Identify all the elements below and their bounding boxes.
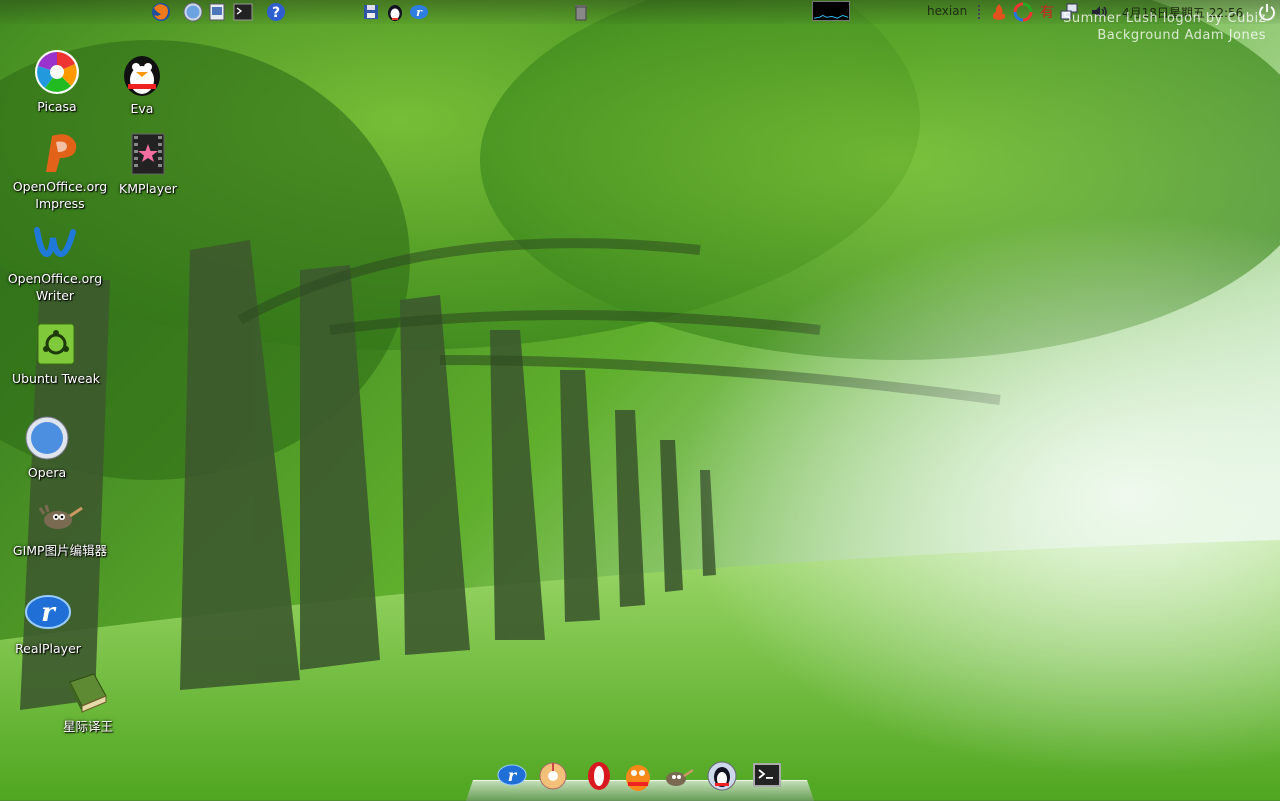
safari-compass-icon: [25, 416, 69, 460]
trash-icon[interactable]: [570, 1, 592, 23]
wallpaper-credit: Summer Lush logon by Cubiz Background Ad…: [1063, 10, 1266, 44]
terminal-icon[interactable]: [232, 1, 254, 23]
desktop-wallpaper: [0, 0, 1280, 800]
desktop-icon-label: Ubuntu Tweak: [11, 371, 101, 386]
desktop-icon-label: KMPlayer: [119, 181, 177, 196]
penguin-icon[interactable]: [384, 1, 406, 23]
picasa-icon: [35, 50, 79, 94]
desktop-icon-label: Opera: [27, 465, 67, 480]
dock-opera-icon[interactable]: [583, 760, 615, 792]
desktop-icon-ubuntu-tweak[interactable]: Ubuntu Tweak: [1, 320, 111, 387]
dock-gimp-icon[interactable]: [662, 760, 694, 792]
kmplayer-icon: [131, 133, 165, 175]
impress-icon: [46, 134, 77, 172]
color-wheel-icon[interactable]: [1012, 1, 1034, 23]
svg-text:?: ?: [272, 5, 280, 21]
gimp-icon: [38, 504, 83, 529]
desktop-icon-label: 星际译王: [62, 719, 113, 734]
firefox-icon[interactable]: [150, 1, 172, 23]
dock-penguin-icon[interactable]: [706, 760, 738, 792]
realplayer-icon[interactable]: r: [408, 1, 430, 23]
user-name-label[interactable]: hexian: [927, 4, 967, 18]
svg-text:有: 有: [1040, 5, 1054, 21]
desktop-icon-writer[interactable]: OpenOffice.org Writer: [0, 220, 110, 304]
input-method-icon[interactable]: 有: [1036, 1, 1058, 23]
realplayer-icon: r: [25, 595, 71, 629]
desktop-icon-eva[interactable]: Eva: [87, 50, 197, 117]
dock-media-player-icon[interactable]: [537, 760, 569, 792]
ubuntu-tweak-icon: [37, 323, 75, 365]
desktop-icon-label: Eva: [130, 101, 154, 116]
help-icon[interactable]: ?: [265, 1, 287, 23]
grip-icon: [975, 1, 985, 23]
file-browser-icon[interactable]: [206, 1, 228, 23]
desktop-icon-gimp[interactable]: GIMP图片编辑器: [5, 492, 115, 559]
desktop-icon-stardict[interactable]: 星际译王: [33, 668, 143, 735]
desktop-icon-label: GIMP图片编辑器: [12, 543, 108, 558]
dictionary-book-icon: [69, 673, 107, 713]
system-monitor-graph[interactable]: [812, 1, 850, 21]
save-disk-icon[interactable]: [360, 1, 382, 23]
desktop-icon-label: RealPlayer: [15, 641, 81, 656]
svg-text:r: r: [41, 598, 57, 628]
desktop-icon-realplayer[interactable]: r RealPlayer: [0, 590, 103, 657]
wallpaper-credit-line2: Background Adam Jones: [1097, 28, 1266, 43]
dock-terminal-icon[interactable]: [751, 760, 783, 792]
safari-compass-icon[interactable]: [182, 1, 204, 23]
fire-icon[interactable]: [988, 1, 1010, 23]
qq-penguin-icon: [124, 56, 160, 96]
wallpaper-credit-line1: Summer Lush logon by Cubiz: [1063, 11, 1266, 26]
writer-icon: [34, 227, 76, 258]
desktop-icon-opera[interactable]: Opera: [0, 414, 102, 481]
dock-realplayer-icon[interactable]: r: [496, 760, 528, 792]
desktop-icon-kmplayer[interactable]: KMPlayer: [93, 130, 203, 197]
desktop-icon-label: OpenOffice.org Writer: [7, 271, 103, 303]
dock-qq-icon[interactable]: [622, 760, 654, 792]
